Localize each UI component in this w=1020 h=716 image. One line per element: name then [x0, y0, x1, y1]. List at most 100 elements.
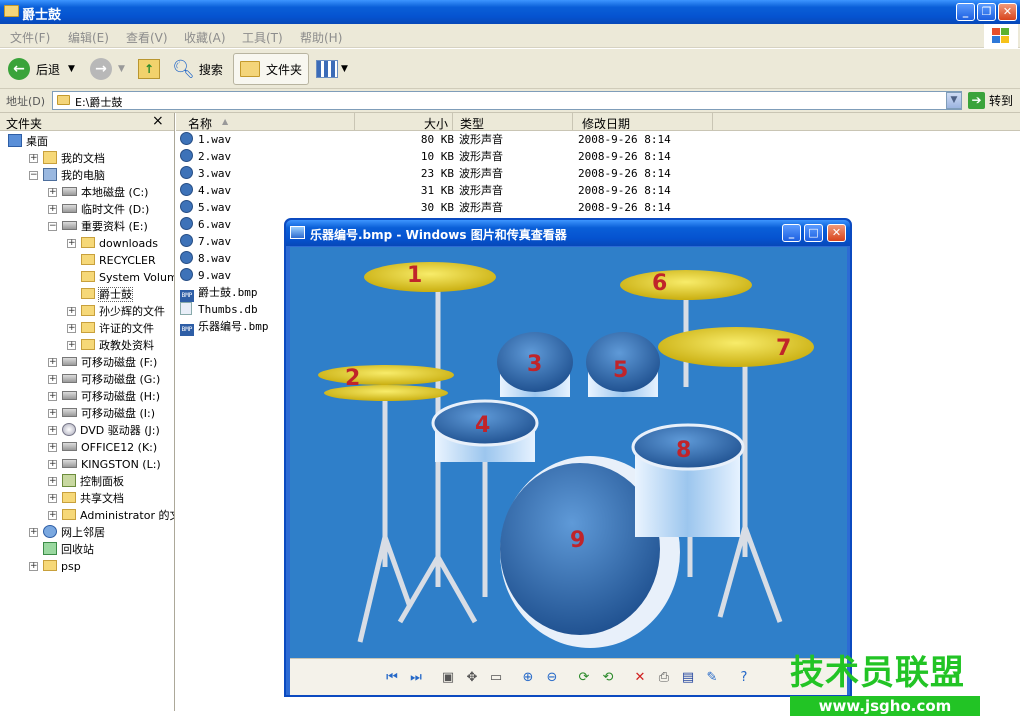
save-icon[interactable]: ▤	[680, 670, 696, 686]
expand-icon[interactable]: +	[48, 205, 57, 214]
next-image-icon[interactable]: ⏭	[408, 670, 424, 686]
tree-item[interactable]: 回收站	[43, 541, 94, 558]
column-name[interactable]: 名称	[188, 115, 212, 132]
expand-icon[interactable]: +	[67, 307, 76, 316]
views-button[interactable]: ▼	[316, 53, 348, 85]
address-dropdown-button[interactable]: ▼	[946, 92, 962, 109]
expand-icon[interactable]: +	[29, 562, 38, 571]
expand-icon[interactable]: +	[48, 375, 57, 384]
tree-item[interactable]: 许证的文件	[81, 320, 154, 337]
zoom-in-icon[interactable]: ⊕	[520, 670, 536, 686]
explorer-title-bar[interactable]: 爵士鼓 _ ❐ ✕	[0, 0, 1020, 24]
tree-item[interactable]: 本地磁盘 (C:)	[62, 184, 148, 201]
tree-item[interactable]: RECYCLER	[81, 252, 156, 269]
expand-icon[interactable]: +	[48, 443, 57, 452]
tree-item[interactable]: 可移动磁盘 (H:)	[62, 388, 160, 405]
tree-item[interactable]: Administrator 的文档	[62, 507, 174, 524]
menu-file[interactable]: 文件(F)	[10, 29, 50, 46]
file-row[interactable]: 3.wav 23 KB 波形声音 2008-9-26 8:14	[180, 165, 720, 182]
expand-icon[interactable]: +	[48, 188, 57, 197]
column-divider[interactable]	[712, 113, 713, 131]
tree-item[interactable]: 我的文档	[43, 150, 105, 167]
rotate-counterclockwise-icon[interactable]: ⟲	[600, 670, 616, 686]
expand-icon[interactable]: +	[48, 494, 57, 503]
menu-edit[interactable]: 编辑(E)	[68, 29, 109, 46]
actual-size-icon[interactable]: ✥	[464, 670, 480, 686]
menu-tools[interactable]: 工具(T)	[242, 29, 283, 46]
close-pane-icon[interactable]: ×	[152, 113, 164, 129]
rotate-clockwise-icon[interactable]: ⟳	[576, 670, 592, 686]
column-size[interactable]: 大小	[424, 115, 448, 132]
viewer-maximize-button[interactable]: □	[804, 224, 823, 242]
tree-item[interactable]: 控制面板	[62, 473, 124, 490]
tree-item[interactable]: 我的电脑	[43, 167, 105, 184]
help-icon[interactable]: ?	[736, 670, 752, 686]
viewer-minimize-button[interactable]: _	[782, 224, 801, 242]
tree-item[interactable]: 可移动磁盘 (G:)	[62, 371, 160, 388]
minimize-button[interactable]: _	[956, 3, 975, 21]
go-button[interactable]: ➔ 转到	[968, 92, 1013, 109]
column-divider[interactable]	[452, 113, 453, 131]
expand-icon[interactable]: +	[67, 239, 76, 248]
tree-item[interactable]: 政教处资料	[81, 337, 154, 354]
tree-item[interactable]: 可移动磁盘 (F:)	[62, 354, 157, 371]
delete-icon[interactable]: ✕	[632, 670, 648, 686]
chevron-down-icon[interactable]: ▼	[341, 64, 348, 74]
tree-item[interactable]: 共享文档	[62, 490, 124, 507]
chevron-down-icon[interactable]: ▼	[68, 64, 75, 74]
expand-icon[interactable]: +	[48, 477, 57, 486]
expand-icon[interactable]: +	[67, 324, 76, 333]
chevron-down-icon[interactable]: ▼	[118, 64, 125, 74]
slideshow-icon[interactable]: ▭	[488, 670, 504, 686]
tree-item[interactable]: DVD 驱动器 (J:)	[62, 422, 160, 439]
expand-icon[interactable]: +	[48, 460, 57, 469]
zoom-out-icon[interactable]: ⊖	[544, 670, 560, 686]
up-folder-button[interactable]: ↑	[138, 53, 160, 85]
edit-image-icon[interactable]: ✎	[704, 670, 720, 686]
menu-help[interactable]: 帮助(H)	[300, 29, 342, 46]
file-row[interactable]: 2.wav 10 KB 波形声音 2008-9-26 8:14	[180, 148, 720, 165]
tree-item[interactable]: 爵士鼓	[81, 286, 133, 303]
restore-button[interactable]: ❐	[977, 3, 996, 21]
address-input[interactable]: E:\爵士鼓	[52, 91, 962, 110]
tree-item[interactable]: 可移动磁盘 (I:)	[62, 405, 155, 422]
tree-item[interactable]: 桌面	[8, 133, 48, 150]
file-row[interactable]: 1.wav 80 KB 波形声音 2008-9-26 8:14	[180, 131, 720, 148]
menu-favorites[interactable]: 收藏(A)	[184, 29, 226, 46]
expand-icon[interactable]: +	[48, 409, 57, 418]
expand-icon[interactable]: +	[48, 358, 57, 367]
tree-item[interactable]: System Volume In	[81, 269, 174, 286]
column-divider[interactable]	[354, 113, 355, 131]
column-date[interactable]: 修改日期	[582, 115, 630, 132]
expand-icon[interactable]: +	[48, 511, 57, 520]
expand-icon[interactable]: +	[48, 392, 57, 401]
tree-item[interactable]: OFFICE12 (K:)	[62, 439, 157, 456]
tree-item[interactable]: 网上邻居	[43, 524, 105, 541]
collapse-icon[interactable]: −	[48, 222, 57, 231]
file-row[interactable]: 4.wav 31 KB 波形声音 2008-9-26 8:14	[180, 182, 720, 199]
viewer-title-bar[interactable]: 乐器编号.bmp - Windows 图片和传真查看器 _ □ ✕	[286, 220, 850, 246]
tree-item[interactable]: downloads	[81, 235, 158, 252]
tree-item[interactable]: psp	[43, 558, 81, 575]
search-button[interactable]: 🔍︎ 搜索	[172, 53, 223, 85]
file-row[interactable]: 5.wav 30 KB 波形声音 2008-9-26 8:14	[180, 199, 720, 216]
expand-icon[interactable]: +	[29, 154, 38, 163]
expand-icon[interactable]: +	[67, 341, 76, 350]
folders-button[interactable]: 文件夹	[233, 53, 310, 85]
close-button[interactable]: ✕	[998, 3, 1017, 21]
back-button[interactable]: ← 后退 ▼	[8, 53, 75, 85]
forward-button[interactable]: → ▼	[90, 53, 125, 85]
previous-image-icon[interactable]: ⏮	[384, 670, 400, 686]
tree-item[interactable]: 重要资料 (E:)	[62, 218, 148, 235]
menu-view[interactable]: 查看(V)	[126, 29, 168, 46]
column-type[interactable]: 类型	[460, 115, 484, 132]
tree-item[interactable]: 孙少辉的文件	[81, 303, 165, 320]
viewer-close-button[interactable]: ✕	[827, 224, 846, 242]
expand-icon[interactable]: +	[48, 426, 57, 435]
column-divider[interactable]	[572, 113, 573, 131]
collapse-icon[interactable]: −	[29, 171, 38, 180]
print-icon[interactable]: ⎙	[656, 670, 672, 686]
best-fit-icon[interactable]: ▣	[440, 670, 456, 686]
tree-item[interactable]: KINGSTON (L:)	[62, 456, 161, 473]
tree-item[interactable]: 临时文件 (D:)	[62, 201, 149, 218]
